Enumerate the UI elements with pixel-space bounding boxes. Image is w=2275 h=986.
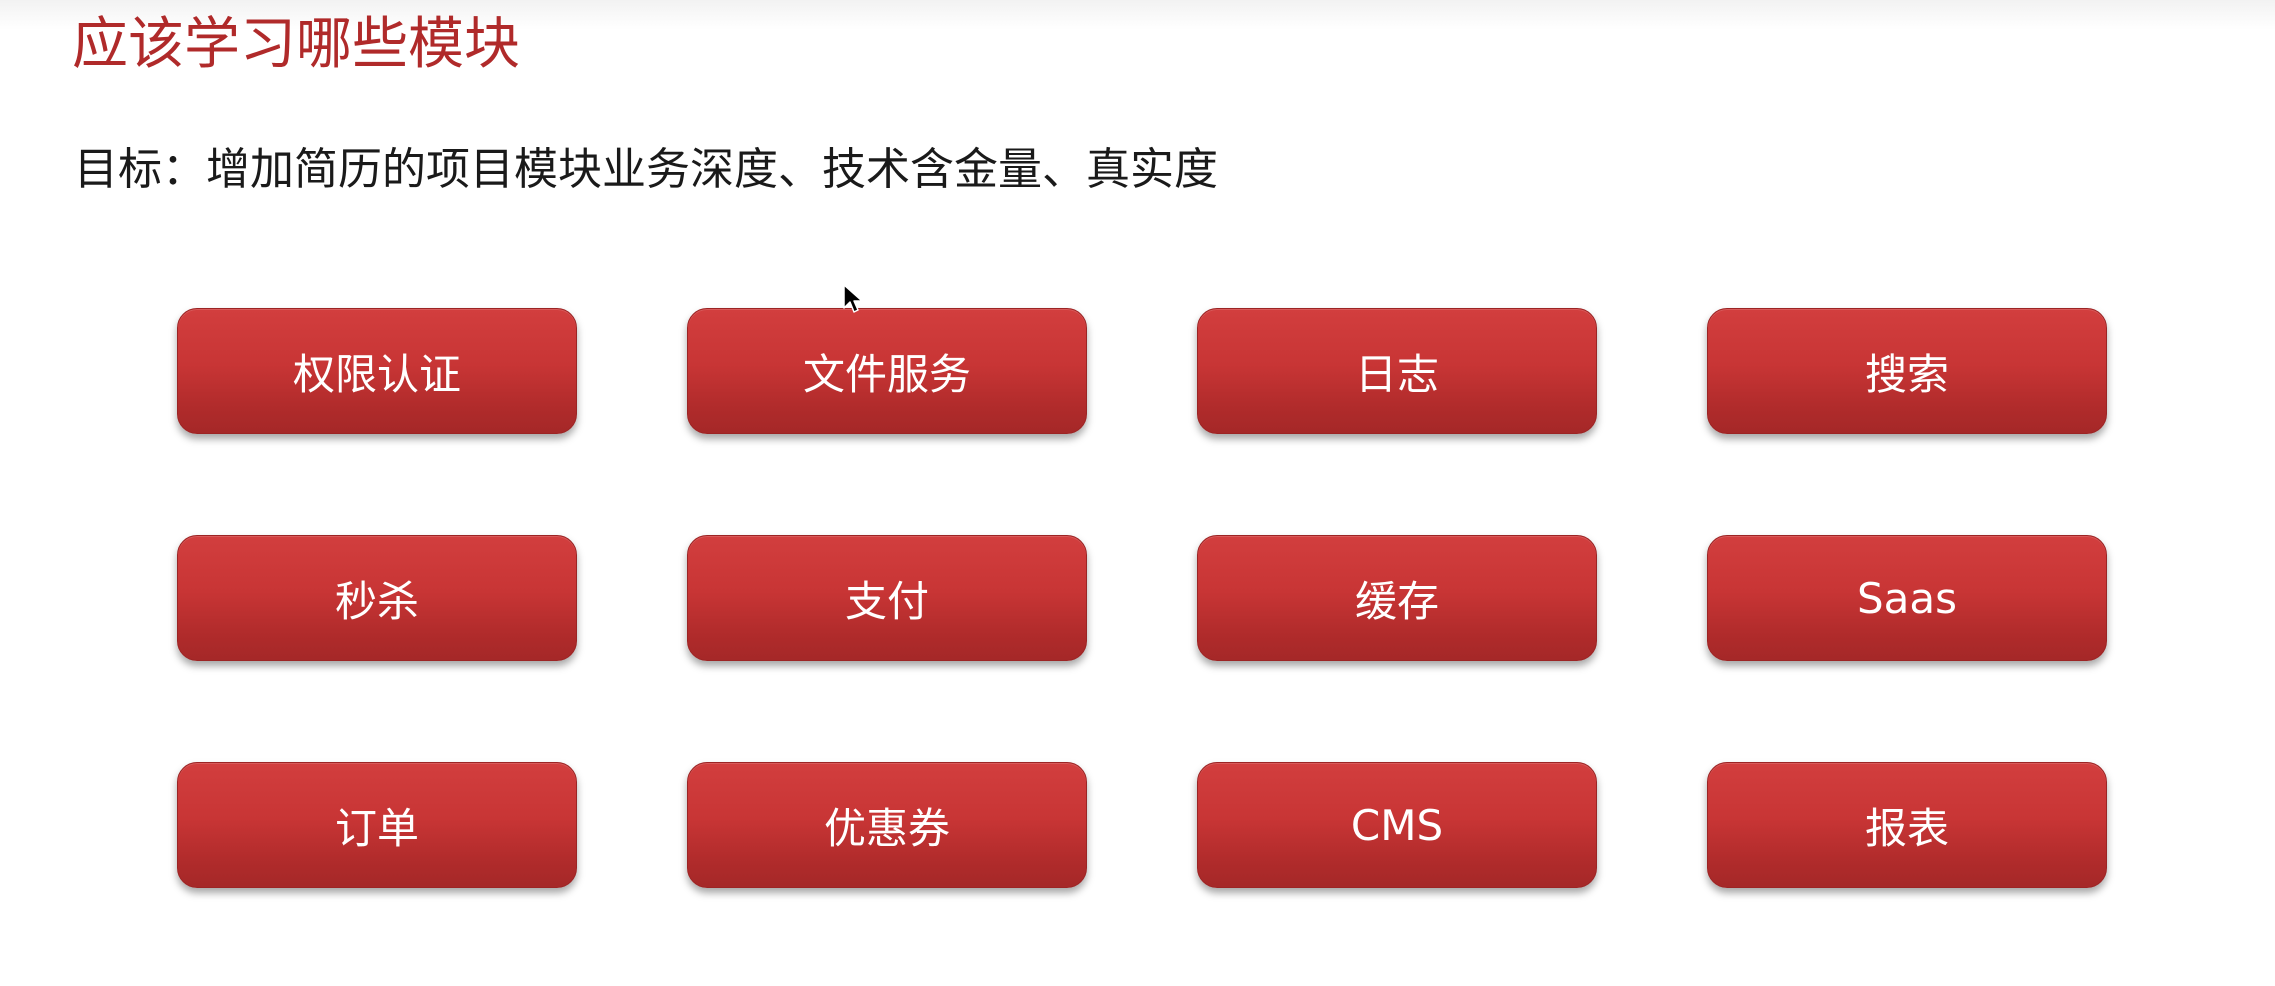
module-button-payment[interactable]: 支付 [687, 535, 1087, 661]
module-label: 文件服务 [802, 349, 971, 399]
module-button-order[interactable]: 订单 [177, 762, 577, 888]
module-label: 日志 [1354, 349, 1439, 399]
module-button-log[interactable]: 日志 [1197, 308, 1597, 434]
module-button-search[interactable]: 搜索 [1707, 308, 2107, 434]
module-button-report[interactable]: 报表 [1707, 762, 2107, 888]
module-label: 支付 [844, 576, 929, 626]
module-button-coupon[interactable]: 优惠券 [687, 762, 1087, 888]
slide: 应该学习哪些模块 目标：增加简历的项目模块业务深度、技术含金量、真实度 权限认证… [0, 0, 2275, 986]
mouse-pointer-icon [843, 284, 863, 313]
module-label: 秒杀 [334, 576, 419, 626]
module-label: 搜索 [1864, 349, 1949, 399]
module-label: Saas [1856, 573, 1958, 623]
module-button-saas[interactable]: Saas [1707, 535, 2107, 661]
module-label: 报表 [1864, 803, 1949, 853]
slide-title: 应该学习哪些模块 [72, 12, 520, 77]
goal-text: 目标：增加简历的项目模块业务深度、技术含金量、真实度 [74, 144, 1218, 195]
module-button-cache[interactable]: 缓存 [1197, 535, 1597, 661]
module-button-cms[interactable]: CMS [1197, 762, 1597, 888]
module-label: 优惠券 [823, 803, 950, 853]
module-grid: 权限认证 文件服务 日志 搜索 秒杀 支付 缓存 Saas 订单 优惠券 CMS… [177, 308, 2108, 888]
module-label: 订单 [334, 803, 419, 853]
module-label: 权限认证 [292, 349, 461, 399]
module-label: CMS [1350, 800, 1444, 850]
module-button-flash-sale[interactable]: 秒杀 [177, 535, 577, 661]
module-label: 缓存 [1354, 576, 1439, 626]
module-button-file-service[interactable]: 文件服务 [687, 308, 1087, 434]
module-button-auth[interactable]: 权限认证 [177, 308, 577, 434]
